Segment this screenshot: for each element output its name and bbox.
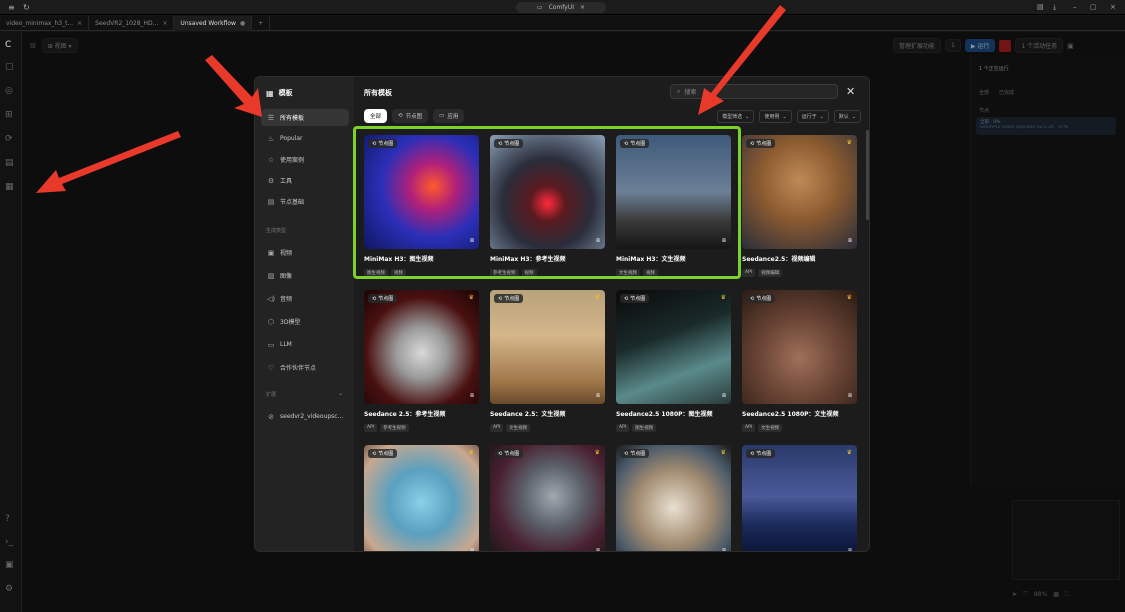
arrow-to-left-rail	[36, 131, 181, 193]
annotation-arrows	[36, 5, 786, 193]
arrow-to-search	[698, 5, 786, 115]
arrow-to-templates	[205, 55, 262, 117]
